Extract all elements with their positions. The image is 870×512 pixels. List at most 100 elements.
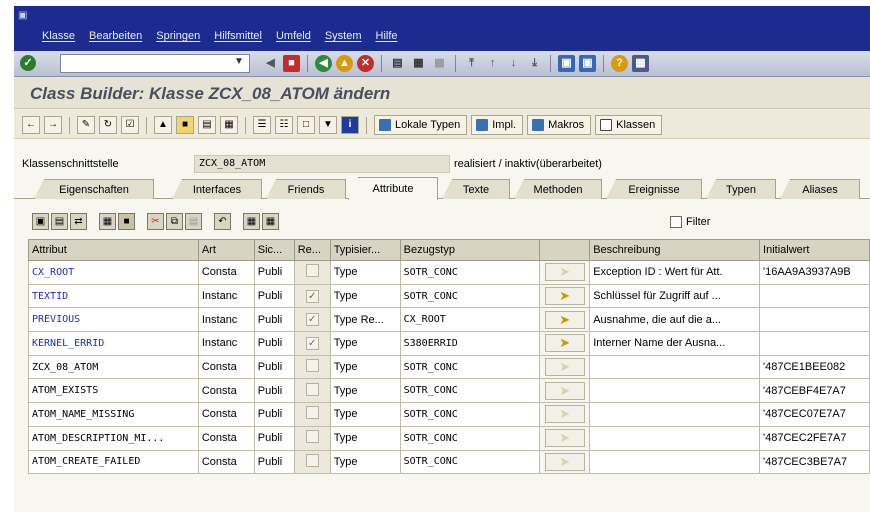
menu-umfeld[interactable]: Umfeld — [276, 30, 311, 42]
art-cell[interactable]: Consta — [197, 425, 255, 451]
attribute-name-cell[interactable]: ZCX_08_ATOM — [28, 354, 199, 380]
attribute-name-cell[interactable]: TEXTID — [28, 283, 199, 309]
typing-cell[interactable]: Type — [329, 331, 401, 356]
visibility-cell[interactable]: Publi — [253, 283, 295, 309]
description-cell[interactable] — [589, 354, 761, 380]
cut-icon[interactable]: ✂ — [147, 213, 164, 230]
initial-value-cell[interactable]: '487CEC07E7A7 — [759, 402, 870, 427]
details-icon[interactable]: ▣ — [32, 213, 49, 230]
read-only-checkbox[interactable]: ✓ — [305, 336, 319, 350]
tab-aliases[interactable]: Aliases — [780, 179, 860, 199]
layout-icon[interactable]: ▦ — [632, 55, 649, 72]
reference-type-cell[interactable]: SOTR_CONC — [399, 260, 541, 285]
tab-typen[interactable]: Typen — [706, 179, 776, 199]
read-only-checkbox[interactable] — [305, 382, 319, 396]
undo-icon[interactable]: ↶ — [214, 213, 231, 230]
col-sichtbarkeit[interactable]: Sic... — [253, 239, 295, 261]
where-used-icon[interactable]: ▤ — [198, 116, 216, 134]
col-typisierung[interactable]: Typisier... — [329, 239, 401, 261]
enter-button[interactable]: ✓ — [20, 55, 36, 71]
visibility-cell[interactable]: Publi — [253, 425, 295, 451]
insert-row-icon[interactable]: ▦ — [99, 213, 116, 230]
read-only-checkbox[interactable] — [305, 406, 319, 420]
description-cell[interactable] — [589, 449, 761, 475]
filter-checkbox[interactable] — [670, 216, 682, 228]
description-cell[interactable] — [589, 378, 761, 404]
navigate-arrow-icon[interactable]: ➤ — [544, 310, 585, 329]
visibility-cell[interactable]: Publi — [253, 260, 295, 285]
visibility-cell[interactable]: Publi — [253, 449, 295, 475]
read-only-checkbox[interactable]: ✓ — [305, 313, 319, 327]
table-row[interactable]: ATOM_NAME_MISSING Consta Publi Type SOTR_CON… — [28, 402, 870, 427]
copy-row-icon[interactable]: ▤ — [51, 213, 68, 230]
art-cell[interactable]: Consta — [197, 378, 255, 404]
print-icon[interactable]: ▤ — [389, 55, 406, 72]
table-row[interactable]: PREVIOUS Instanc Publi ✓ Type Re... CX_ROOT ➤ A… — [28, 307, 870, 333]
impl-button[interactable]: Impl. — [471, 115, 524, 135]
table-row[interactable]: ZCX_08_ATOM Consta Publi Type SOTR_CONC ➤ '487… — [28, 354, 870, 380]
visibility-cell[interactable]: Publi — [253, 307, 295, 333]
art-cell[interactable]: Consta — [197, 260, 255, 285]
visibility-cell[interactable]: Publi — [253, 378, 295, 404]
description-cell[interactable] — [589, 425, 761, 451]
find-next-table-icon[interactable]: ▦ — [262, 213, 279, 230]
reference-type-cell[interactable]: SOTR_CONC — [399, 378, 541, 404]
find-next-icon[interactable]: ▦ — [431, 55, 448, 72]
navigate-arrow-icon[interactable]: ➤ — [544, 452, 585, 471]
typing-cell[interactable]: Type — [329, 449, 401, 475]
art-cell[interactable]: Instanc — [197, 307, 255, 333]
initial-value-cell[interactable] — [759, 307, 870, 333]
menu-hilfsmittel[interactable]: Hilfsmittel — [214, 30, 262, 42]
initial-value-cell[interactable] — [759, 331, 870, 356]
attribute-name-cell[interactable]: PREVIOUS — [28, 307, 199, 333]
back-arrow-icon[interactable]: ← — [22, 116, 40, 134]
read-only-checkbox[interactable] — [305, 453, 319, 467]
hierarchy-icon[interactable]: ☰ — [253, 116, 271, 134]
display-change-icon[interactable]: ✎ — [77, 116, 95, 134]
read-only-cell[interactable] — [293, 449, 331, 475]
initial-value-cell[interactable]: '487CEBF4E7A7 — [759, 378, 870, 404]
other-object-icon[interactable]: ↻ — [99, 116, 117, 134]
tab-ereignisse[interactable]: Ereignisse — [606, 179, 702, 199]
navigate-arrow-icon[interactable]: ➤ — [544, 358, 585, 377]
save-icon[interactable]: ■ — [283, 55, 300, 72]
read-only-checkbox[interactable]: ✓ — [305, 289, 319, 303]
klassen-button[interactable]: Klassen — [595, 115, 663, 135]
first-page-icon[interactable]: ⤒ — [463, 55, 480, 72]
system-menu-icon[interactable]: ▣ — [18, 10, 27, 21]
navigate-arrow-icon[interactable]: ➤ — [544, 429, 585, 448]
initial-value-cell[interactable] — [759, 283, 870, 309]
art-cell[interactable]: Consta — [197, 449, 255, 475]
activate-icon[interactable]: ▲ — [154, 116, 172, 134]
read-only-checkbox[interactable] — [305, 264, 319, 278]
copy-icon[interactable]: ⧉ — [166, 213, 183, 230]
attribute-name-cell[interactable]: KERNEL_ERRID — [28, 331, 199, 356]
tab-friends[interactable]: Friends — [266, 179, 346, 199]
table-row[interactable]: ATOM_CREATE_FAILED Consta Publi Type SOTR_CO… — [28, 449, 870, 475]
filter-checkbox-group[interactable]: Filter — [670, 216, 710, 228]
typing-cell[interactable]: Type — [329, 354, 401, 380]
table-row[interactable]: ATOM_DESCRIPTION_MI... Consta Publi Type SOT… — [28, 425, 870, 451]
object-list-icon[interactable]: ▦ — [220, 116, 238, 134]
navigate-arrow-icon[interactable]: ➤ — [544, 263, 585, 282]
art-cell[interactable]: Consta — [197, 402, 255, 427]
read-only-cell[interactable] — [293, 402, 331, 427]
read-only-checkbox[interactable] — [305, 430, 319, 444]
read-only-cell[interactable]: ✓ — [293, 307, 331, 333]
navigate-icon[interactable]: ⇄ — [70, 213, 87, 230]
visibility-cell[interactable]: Publi — [253, 331, 295, 356]
initial-value-cell[interactable]: '16AA9A3937A9B — [759, 260, 870, 285]
table-row[interactable]: KERNEL_ERRID Instanc Publi ✓ Type S380ERRID ➤ I… — [28, 331, 870, 356]
shortcut-icon[interactable]: ▣ — [579, 55, 596, 72]
help-icon[interactable]: ? — [611, 55, 628, 72]
read-only-cell[interactable] — [293, 378, 331, 404]
filter-icon[interactable]: ▼ — [319, 116, 337, 134]
test-icon[interactable]: ■ — [176, 116, 194, 134]
col-beschreibung[interactable]: Beschreibung — [589, 239, 761, 261]
navigate-arrow-icon[interactable]: ➤ — [544, 405, 585, 424]
description-cell[interactable]: Ausnahme, die auf die a... — [589, 307, 761, 333]
reference-type-cell[interactable]: SOTR_CONC — [399, 283, 541, 309]
delete-row-icon[interactable]: ■ — [118, 213, 135, 230]
reference-type-cell[interactable]: S380ERRID — [399, 331, 541, 356]
description-cell[interactable]: Schlüssel für Zugriff auf ... — [589, 283, 761, 309]
